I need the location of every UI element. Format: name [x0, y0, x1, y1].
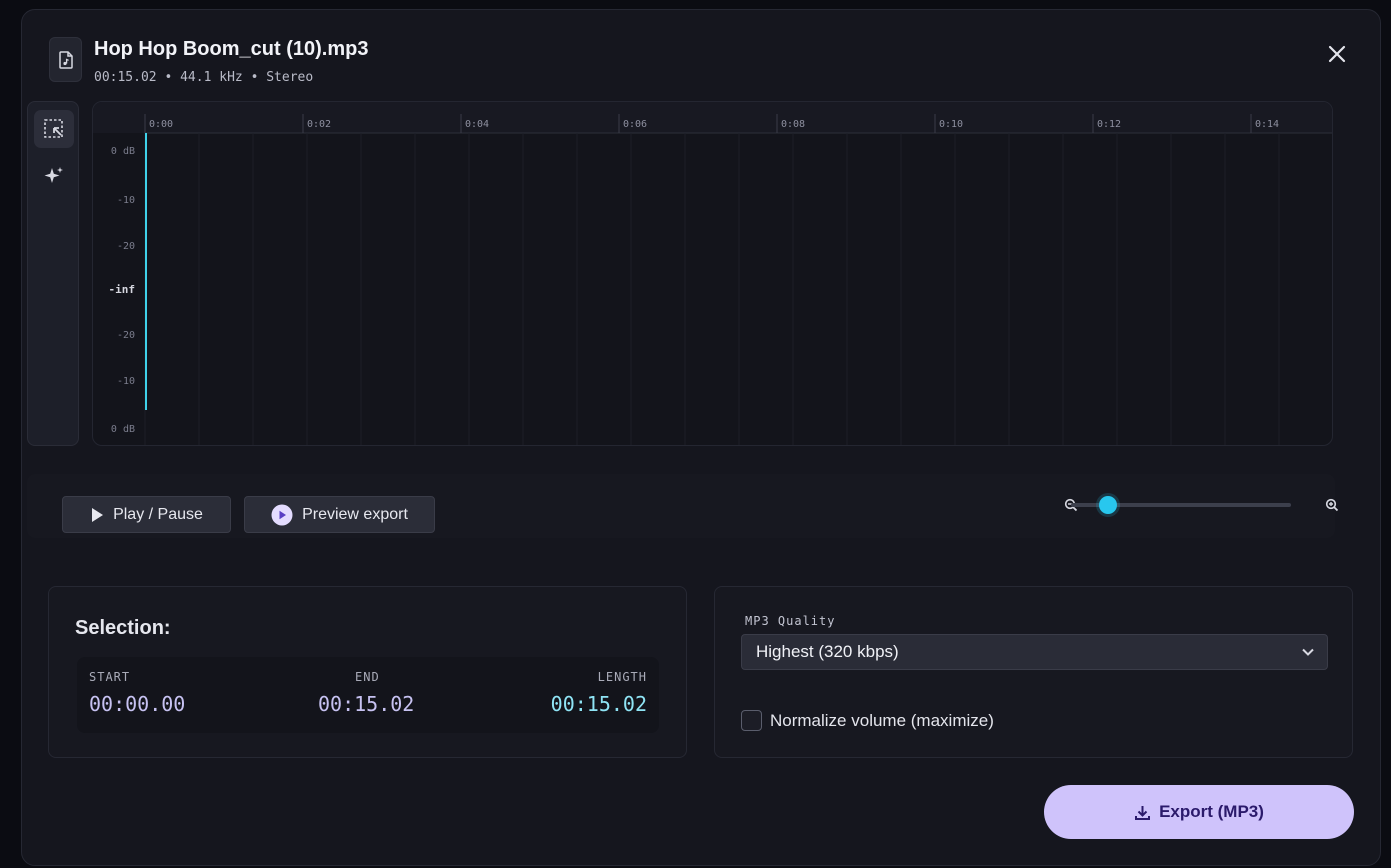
timeline-tick-label: 0:10 [939, 119, 963, 130]
start-value[interactable]: 00:00.00 [89, 692, 185, 716]
close-button[interactable] [1324, 41, 1350, 67]
start-label: START [89, 670, 131, 684]
timeline-tick-label: 0:08 [781, 119, 805, 130]
file-meta: 00:15.02 • 44.1 kHz • Stereo [94, 70, 313, 85]
play-pause-label: Play / Pause [113, 505, 203, 523]
ai-tool-button[interactable] [34, 157, 74, 195]
db-label: -20 [117, 330, 135, 341]
audio-file-icon [49, 37, 82, 82]
db-label: 0 dB [111, 146, 135, 157]
play-icon [92, 507, 104, 522]
preview-export-button[interactable]: Preview export [244, 496, 435, 533]
zoom-in-button[interactable] [1324, 497, 1340, 513]
selection-times: START 00:00.00 END 00:15.02 LENGTH 00:15… [77, 657, 659, 733]
zoom-slider-thumb[interactable] [1099, 496, 1117, 514]
play-pause-button[interactable]: Play / Pause [62, 496, 231, 533]
select-tool-button[interactable] [34, 110, 74, 148]
length-label: LENGTH [597, 670, 647, 684]
tool-strip [27, 101, 79, 446]
db-label: -inf [109, 283, 136, 296]
file-sample-rate: 44.1 kHz [180, 70, 243, 85]
waveform-panel[interactable]: 0:00 0:02 0:04 0:06 0:08 0:10 0:12 0:14 0 dB -10… [92, 101, 1333, 446]
selection-icon [44, 119, 63, 138]
sparkle-icon [44, 167, 63, 183]
normalize-label[interactable]: Normalize volume (maximize) [770, 711, 994, 731]
play-circle-icon [271, 504, 293, 525]
export-button[interactable]: Export (MP3) [1044, 785, 1354, 839]
end-label: END [355, 670, 380, 684]
waveform-canvas[interactable]: 0:00 0:02 0:04 0:06 0:08 0:10 0:12 0:14 0 dB -10… [93, 102, 1333, 446]
db-label: -20 [117, 241, 135, 252]
timeline-tick-label: 0:06 [623, 119, 647, 130]
timeline-tick-label: 0:02 [307, 119, 331, 130]
selection-card: Selection: START 00:00.00 END 00:15.02 L… [48, 586, 687, 758]
mp3-quality-value: Highest (320 kbps) [756, 642, 899, 661]
end-value[interactable]: 00:15.02 [318, 692, 414, 716]
selection-title: Selection: [75, 617, 171, 639]
mp3-quality-label: MP3 Quality [745, 614, 836, 628]
timeline-tick-label: 0:12 [1097, 119, 1121, 130]
export-label: Export (MP3) [1159, 802, 1264, 821]
meta-separator: • [250, 70, 267, 85]
mp3-quality-select[interactable]: Highest (320 kbps) [741, 634, 1328, 670]
file-duration: 00:15.02 [94, 70, 157, 85]
timeline-tick-label: 0:04 [465, 119, 489, 130]
download-icon [1135, 805, 1151, 820]
db-scale: 0 dB -10 -20 -inf -20 -10 0 dB [109, 146, 136, 435]
close-icon [1328, 45, 1346, 63]
timeline-ruler[interactable] [93, 102, 1333, 133]
export-options-card: MP3 Quality Highest (320 kbps) Normalize… [714, 586, 1353, 758]
file-channels: Stereo [266, 70, 314, 85]
zoom-in-icon [1325, 498, 1339, 512]
db-label: -10 [117, 376, 135, 387]
normalize-checkbox[interactable] [741, 710, 762, 731]
timeline-tick-label: 0:00 [149, 119, 173, 130]
waveform[interactable] [145, 139, 1332, 427]
chevron-down-icon [1302, 648, 1314, 656]
timeline-tick-label: 0:14 [1255, 119, 1279, 130]
db-label: 0 dB [111, 424, 135, 435]
length-value: 00:15.02 [550, 692, 647, 716]
meta-separator: • [164, 70, 181, 85]
preview-export-label: Preview export [302, 505, 408, 523]
file-title: Hop Hop Boom_cut (10).mp3 [94, 38, 369, 60]
db-label: -10 [117, 195, 135, 206]
